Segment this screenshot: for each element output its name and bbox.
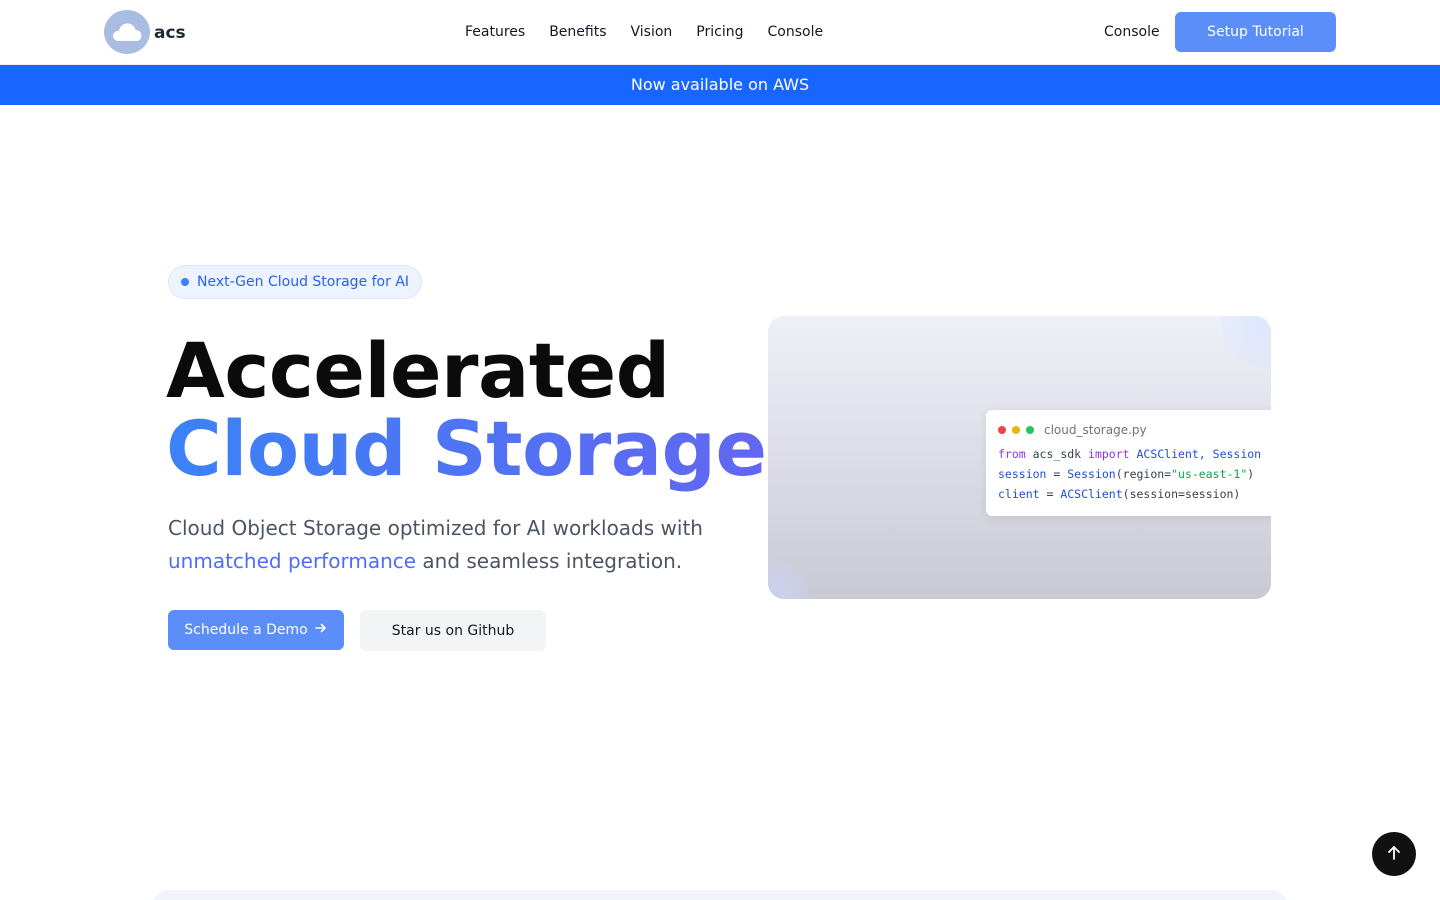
hero-subtitle-highlight: unmatched performance — [168, 549, 417, 573]
nav-vision[interactable]: Vision — [631, 22, 673, 42]
window-close-dot-icon — [998, 426, 1006, 434]
top-navbar: acs Features Benefits Vision Pricing Con… — [0, 0, 1440, 65]
code-filename: cloud_storage.py — [1044, 423, 1147, 437]
arrow-right-icon — [314, 621, 328, 639]
nav-console[interactable]: Console — [768, 22, 824, 42]
code-snippet-card: cloud_storage.py from acs_sdk import ACS… — [986, 410, 1271, 516]
schedule-demo-button[interactable]: Schedule a Demo — [168, 610, 344, 650]
logo-link[interactable]: acs — [104, 10, 186, 54]
setup-tutorial-button[interactable]: Setup Tutorial — [1175, 12, 1336, 52]
nav-benefits[interactable]: Benefits — [549, 22, 606, 42]
decorative-glow — [768, 559, 808, 599]
code-block: from acs_sdk import ACSClient, Session s… — [998, 444, 1271, 504]
hero-badge-text: Next-Gen Cloud Storage for AI — [197, 274, 410, 290]
window-maximize-dot-icon — [1026, 426, 1034, 434]
console-link[interactable]: Console — [1104, 22, 1160, 42]
code-token: (session=session) — [1122, 487, 1241, 501]
hero-title-line1: Accelerated — [166, 326, 670, 415]
code-token: ACSClient, Session — [1129, 447, 1262, 461]
code-token: Session — [1067, 467, 1116, 481]
logo-text: acs — [154, 23, 186, 43]
code-line: from acs_sdk import ACSClient, Session — [998, 444, 1271, 464]
announcement-banner[interactable]: Now available on AWS — [0, 65, 1440, 105]
code-token: (region= — [1115, 467, 1172, 481]
code-window-header: cloud_storage.py — [998, 422, 1271, 438]
hero-subtitle-pre: Cloud Object Storage optimized for AI wo… — [168, 516, 703, 540]
decorative-glow — [1221, 316, 1271, 366]
hero-subtitle-post: and seamless integration. — [416, 549, 683, 573]
code-token: = — [1039, 487, 1061, 501]
code-token: session — [998, 467, 1047, 481]
next-section-edge — [150, 890, 1290, 900]
code-token: import — [1088, 447, 1130, 461]
scroll-to-top-button[interactable] — [1372, 832, 1416, 876]
code-token: ) — [1247, 467, 1255, 481]
nav-pricing[interactable]: Pricing — [696, 22, 743, 42]
cloud-icon — [104, 10, 150, 54]
code-token: ACSClient — [1060, 487, 1123, 501]
arrow-up-icon — [1385, 844, 1403, 865]
code-token: = — [1046, 467, 1068, 481]
window-minimize-dot-icon — [1012, 426, 1020, 434]
code-line: client = ACSClient(session=session) — [998, 484, 1271, 504]
hero-subtitle: Cloud Object Storage optimized for AI wo… — [168, 512, 748, 578]
nav-features[interactable]: Features — [465, 22, 525, 42]
badge-dot-icon — [181, 278, 189, 286]
main-nav: Features Benefits Vision Pricing Console — [465, 22, 823, 42]
hero-title-line2: Cloud Storage — [166, 404, 767, 493]
hero-badge: Next-Gen Cloud Storage for AI — [168, 265, 423, 299]
code-token: client — [998, 487, 1040, 501]
github-star-button[interactable]: Star us on Github — [360, 610, 546, 651]
code-token: from — [998, 447, 1026, 461]
code-token: "us-east-1" — [1171, 467, 1248, 481]
code-line: session = Session(region="us-east-1") — [998, 464, 1271, 484]
hero-visual: cloud_storage.py from acs_sdk import ACS… — [768, 316, 1271, 599]
schedule-demo-label: Schedule a Demo — [184, 622, 308, 638]
code-token: acs_sdk — [1025, 447, 1089, 461]
